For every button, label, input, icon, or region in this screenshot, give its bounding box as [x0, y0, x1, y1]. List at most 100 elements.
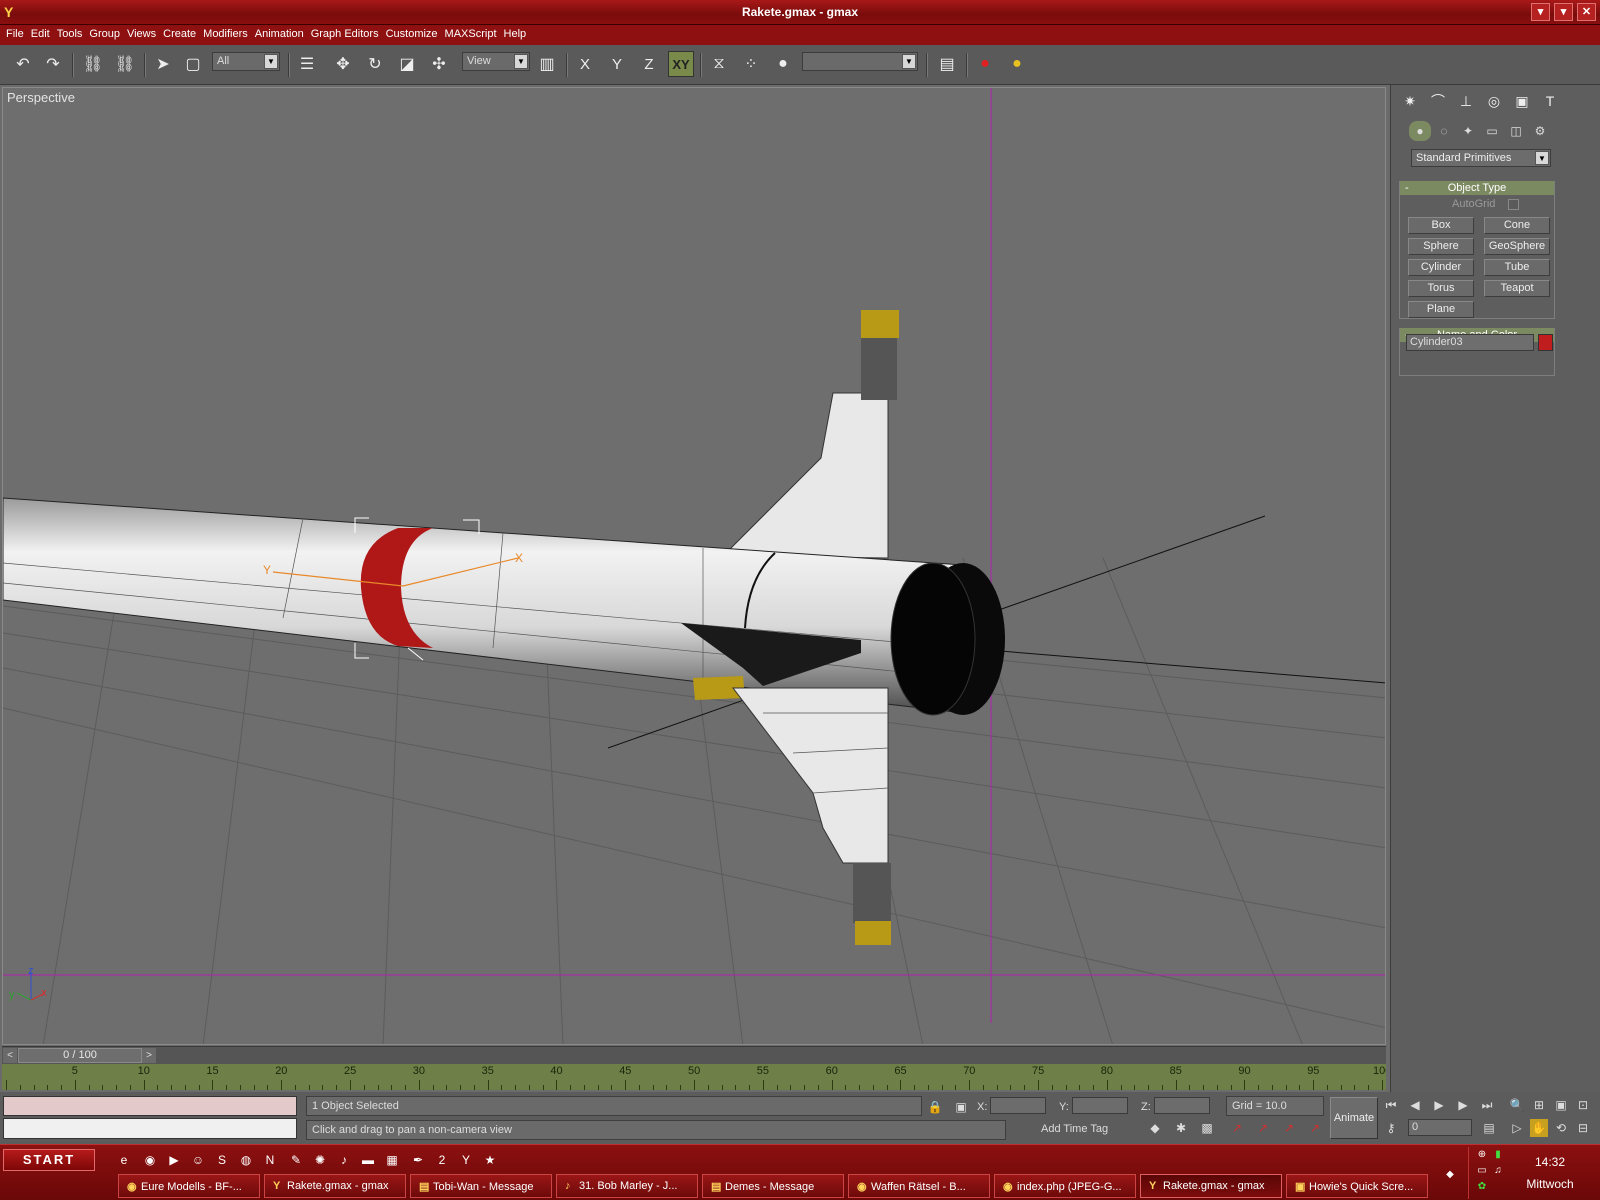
pen-icon[interactable]: ✒	[408, 1150, 428, 1170]
monitor-icon[interactable]: ▭	[1475, 1165, 1489, 1179]
browser-icon[interactable]: ◍	[236, 1150, 256, 1170]
move-icon[interactable]: ✥	[330, 51, 356, 77]
restrict-x-button[interactable]: X	[572, 51, 598, 77]
taskbar-item[interactable]: ◉ index.php (JPEG-G...	[994, 1174, 1136, 1198]
menu-animation[interactable]: Animation	[255, 25, 311, 45]
pan-hand-icon[interactable]: ✋	[1530, 1119, 1548, 1137]
primitive-category-dropdown[interactable]: Standard Primitives ▼	[1411, 149, 1551, 167]
spinner-snap-icon[interactable]: ↗	[1228, 1119, 1246, 1137]
go-to-start-icon[interactable]: ⏮	[1382, 1096, 1400, 1114]
menu-help[interactable]: Help	[504, 25, 534, 45]
geosphere-button[interactable]: GeoSphere	[1484, 238, 1550, 255]
lock-icon[interactable]: 🔒	[926, 1098, 944, 1116]
go-to-end-icon[interactable]: ⏭	[1478, 1096, 1496, 1114]
maximize-viewport-icon[interactable]: ⊟	[1574, 1119, 1592, 1137]
tube-button[interactable]: Tube	[1484, 259, 1550, 276]
plane-button[interactable]: Plane	[1408, 301, 1474, 318]
scale-icon[interactable]: ◪	[394, 51, 420, 77]
winamp-icon[interactable]: ♪	[334, 1150, 354, 1170]
select-by-name-icon[interactable]: ☰	[294, 51, 320, 77]
taskbar-item[interactable]: ◉ Eure Modells - BF-...	[118, 1174, 260, 1198]
display-icon[interactable]: ▣	[1509, 89, 1535, 113]
material-icon[interactable]: ●	[770, 51, 796, 77]
z-icon[interactable]: 2	[432, 1150, 452, 1170]
ie-icon[interactable]: e	[114, 1150, 134, 1170]
snap-toggle-icon[interactable]: ↗	[1254, 1119, 1272, 1137]
menu-group[interactable]: Group	[89, 25, 127, 45]
minimize-button[interactable]: ▾	[1531, 3, 1550, 21]
gear-icon[interactable]: ✺	[310, 1150, 330, 1170]
pivot-icon[interactable]: ✣	[426, 51, 452, 77]
align-icon[interactable]: ▤	[934, 51, 960, 77]
menu-views[interactable]: Views	[127, 25, 163, 45]
pivot-center-icon[interactable]: ▥	[534, 51, 560, 77]
systems-icon[interactable]: ⚙	[1529, 121, 1551, 141]
taskbar-item[interactable]: ◉ Waffen Rätsel - B...	[848, 1174, 990, 1198]
rotate-icon[interactable]: ↻	[362, 51, 388, 77]
mirror-snap-icon[interactable]: ↗	[1306, 1119, 1324, 1137]
restrict-xy-button[interactable]: XY	[668, 51, 694, 77]
mirror-icon[interactable]: ⧖	[706, 51, 732, 77]
zoom-extents-all-icon[interactable]: ⊡	[1574, 1096, 1592, 1114]
edit-named-selection-icon[interactable]: ↗	[1280, 1119, 1298, 1137]
media-player-icon[interactable]: ▶	[164, 1150, 184, 1170]
menu-edit[interactable]: Edit	[31, 25, 57, 45]
absolute-mode-icon[interactable]: ▣	[952, 1098, 970, 1116]
lights-icon[interactable]: ✦	[1457, 121, 1479, 141]
motion-icon[interactable]: ◎	[1481, 89, 1507, 113]
taskbar-item[interactable]: ▤ Tobi-Wan - Message	[410, 1174, 552, 1198]
cone-button[interactable]: Cone	[1484, 217, 1550, 234]
close-button[interactable]: ✕	[1577, 3, 1596, 21]
taskbar-item[interactable]: ▤ Demes - Message	[702, 1174, 844, 1198]
render-icon[interactable]: ●	[972, 51, 998, 77]
helpers-icon[interactable]: ◫	[1505, 121, 1527, 141]
modify-icon[interactable]: ⌒	[1425, 89, 1451, 113]
folder-icon[interactable]: ▬	[358, 1150, 378, 1170]
star-icon[interactable]: ★	[480, 1150, 500, 1170]
status-icon[interactable]: ✿	[1475, 1181, 1489, 1195]
menu-create[interactable]: Create	[163, 25, 203, 45]
time-next-icon[interactable]: >	[142, 1048, 156, 1063]
angle-snap-icon[interactable]: ✱	[1172, 1119, 1190, 1137]
y-coord-field[interactable]	[1072, 1097, 1128, 1114]
zoom-extents-icon[interactable]: ▣	[1552, 1096, 1570, 1114]
sphere-button[interactable]: Sphere	[1408, 238, 1474, 255]
taskbar-item[interactable]: Y Rakete.gmax - gmax	[264, 1174, 406, 1198]
restore-button[interactable]: ▾	[1554, 3, 1573, 21]
time-slider[interactable]: < 0 / 100 >	[2, 1046, 1386, 1064]
arc-rotate-icon[interactable]: ⟲	[1552, 1119, 1570, 1137]
snap-icon[interactable]: ◆	[1146, 1119, 1164, 1137]
object-name-field[interactable]: Cylinder03	[1406, 334, 1534, 351]
messenger-icon[interactable]: ☺	[188, 1150, 208, 1170]
create-icon[interactable]: ✷	[1397, 89, 1423, 113]
menu-customize[interactable]: Customize	[386, 25, 445, 45]
track-bar[interactable]: 5 10 15 20 25 30 35 40 45 50 55 60 65 70 75 80 85 90 95 100	[2, 1064, 1386, 1090]
skype-icon[interactable]: S	[212, 1150, 232, 1170]
object-color-swatch[interactable]	[1538, 334, 1553, 351]
viewport-label[interactable]: Perspective	[7, 90, 75, 105]
menu-maxscript[interactable]: MAXScript	[445, 25, 504, 45]
time-slider-thumb[interactable]: 0 / 100	[18, 1048, 142, 1063]
array-icon[interactable]: ⁘	[738, 51, 764, 77]
taskbar-item[interactable]: ▣ Howie's Quick Scre...	[1286, 1174, 1428, 1198]
restrict-y-button[interactable]: Y	[604, 51, 630, 77]
maxscript-listener-mini[interactable]	[3, 1096, 297, 1116]
selection-filter-dropdown[interactable]: All ▼	[212, 52, 280, 71]
percent-snap-icon[interactable]: ▩	[1198, 1119, 1216, 1137]
torus-button[interactable]: Torus	[1408, 280, 1474, 297]
teapot-button[interactable]: Teapot	[1484, 280, 1550, 297]
perspective-viewport[interactable]: Y X z x y Perspective	[2, 87, 1386, 1045]
archive-icon[interactable]: ▦	[382, 1150, 402, 1170]
hierarchy-icon[interactable]: ⊥	[1453, 89, 1479, 113]
scene-canvas[interactable]: Y X z x y	[3, 88, 1386, 1045]
tool-icon[interactable]: ✎	[286, 1150, 306, 1170]
taskbar-item[interactable]: Y Rakete.gmax - gmax	[1140, 1174, 1282, 1198]
zoom-all-icon[interactable]: ⊞	[1530, 1096, 1548, 1114]
maxscript-input-mini[interactable]	[3, 1118, 297, 1139]
named-selection-dropdown[interactable]: ▼	[802, 52, 918, 71]
autogrid-option[interactable]: AutoGrid	[1400, 195, 1554, 213]
animate-button[interactable]: Animate	[1330, 1097, 1378, 1139]
redo-icon[interactable]: ↷	[40, 51, 66, 77]
add-time-tag-button[interactable]: Add Time Tag	[1036, 1120, 1134, 1140]
object-type-header[interactable]: - Object Type	[1400, 181, 1554, 195]
